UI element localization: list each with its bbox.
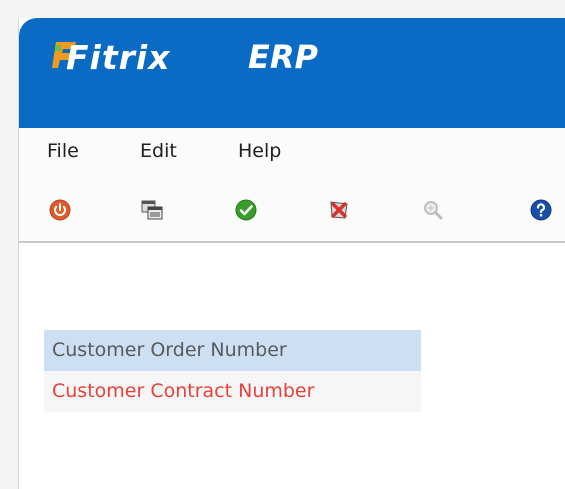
toolbar [19, 178, 565, 243]
field-list: Customer Order Number Customer Contract … [44, 330, 421, 412]
windows-icon[interactable] [140, 198, 164, 222]
list-item-customer-order-number[interactable]: Customer Order Number [44, 330, 421, 371]
zoom-icon[interactable] [421, 198, 445, 222]
list-item-customer-contract-number[interactable]: Customer Contract Number [44, 371, 421, 412]
app-header: Fitrix ERP [19, 18, 565, 128]
window-left-edge [0, 0, 19, 489]
menu-edit[interactable]: Edit [140, 140, 177, 162]
help-icon[interactable] [529, 198, 553, 222]
cancel-icon[interactable] [327, 198, 351, 222]
app-window: Fitrix ERP File Edit Help Customer Order… [19, 18, 565, 489]
window-top-strip [0, 0, 565, 18]
menu-file[interactable]: File [47, 140, 79, 162]
menu-help[interactable]: Help [238, 140, 281, 162]
power-icon[interactable] [48, 198, 72, 222]
logo-text: Fitrix [66, 38, 171, 77]
menu-bar: File Edit Help [19, 128, 565, 178]
checkmark-icon[interactable] [234, 198, 258, 222]
logo-suffix: ERP [248, 38, 318, 76]
